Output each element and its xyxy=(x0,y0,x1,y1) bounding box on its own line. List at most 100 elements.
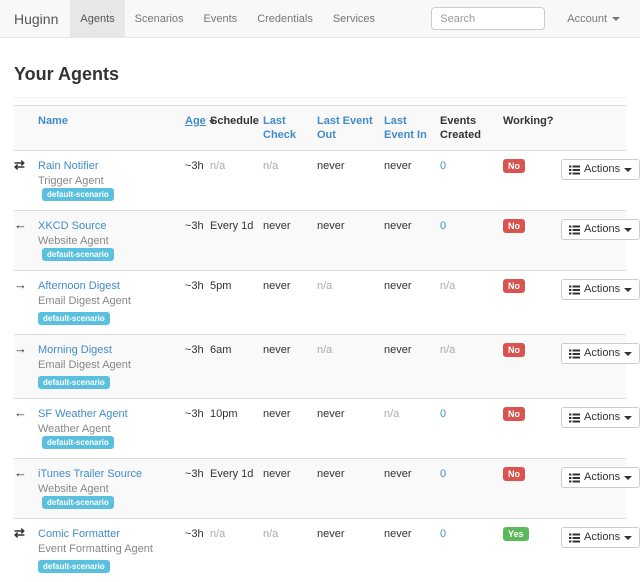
brand-link[interactable]: Huginn xyxy=(0,11,70,27)
actions-button-label: Actions xyxy=(584,164,620,175)
actions-cell: Actions xyxy=(561,211,626,271)
table-row: → Afternoon Digest Email Digest Agent de… xyxy=(14,271,626,335)
last-event-out-cell: never xyxy=(317,459,384,519)
direction-cell: ← xyxy=(14,399,38,459)
working-cell: No xyxy=(503,459,561,519)
last-event-out-cell: never xyxy=(317,151,384,211)
last-check-cell: never xyxy=(263,459,317,519)
exchange-icon: ⇄ xyxy=(14,159,25,171)
nav-item-events[interactable]: Events xyxy=(194,0,248,38)
events-created-cell: 0 xyxy=(440,459,503,519)
agent-name-link[interactable]: SF Weather Agent xyxy=(38,408,128,420)
actions-button-label: Actions xyxy=(584,284,620,295)
agents-table-body: ⇄ Rain Notifier Trigger Agentdefault-sce… xyxy=(14,151,626,582)
agent-type-label: Weather Agent xyxy=(38,423,111,435)
header-age: Age xyxy=(185,106,210,151)
scenario-badge[interactable]: default-scenario xyxy=(42,188,114,201)
age-cell: ~3h xyxy=(185,459,210,519)
actions-button[interactable]: Actions xyxy=(561,343,640,364)
last-check-cell: n/a xyxy=(263,151,317,211)
list-icon xyxy=(569,165,580,175)
working-badge: No xyxy=(503,279,525,293)
nav-item-scenarios[interactable]: Scenarios xyxy=(125,0,194,38)
working-cell: Yes xyxy=(503,519,561,582)
agent-name-link[interactable]: Comic Formatter xyxy=(38,528,120,540)
agent-name-link[interactable]: Rain Notifier xyxy=(38,160,99,172)
working-cell: No xyxy=(503,271,561,335)
actions-button[interactable]: Actions xyxy=(561,279,640,300)
last-event-out-cell: never xyxy=(317,519,384,582)
list-icon xyxy=(569,225,580,235)
arrow-right-icon: → xyxy=(14,279,27,291)
last-check-cell: never xyxy=(263,271,317,335)
last-check-cell: never xyxy=(263,211,317,271)
working-cell: No xyxy=(503,151,561,211)
chevron-down-icon xyxy=(624,352,632,356)
list-icon xyxy=(569,533,580,543)
agent-name-link[interactable]: Afternoon Digest xyxy=(38,280,120,292)
age-cell: ~3h xyxy=(185,211,210,271)
last-event-in-cell: never xyxy=(384,519,440,582)
events-created-cell: 0 xyxy=(440,519,503,582)
name-cell: Rain Notifier Trigger Agentdefault-scena… xyxy=(38,151,185,211)
actions-cell: Actions xyxy=(561,399,626,459)
actions-button[interactable]: Actions xyxy=(561,219,640,240)
age-cell: ~3h xyxy=(185,335,210,399)
schedule-cell: n/a xyxy=(210,519,263,582)
agent-name-link[interactable]: Morning Digest xyxy=(38,344,112,356)
working-badge: No xyxy=(503,407,525,421)
name-cell: Afternoon Digest Email Digest Agent defa… xyxy=(38,271,185,335)
last-event-out-cell: never xyxy=(317,399,384,459)
actions-button[interactable]: Actions xyxy=(561,527,640,548)
account-label: Account xyxy=(567,13,607,25)
search-input[interactable] xyxy=(431,7,545,30)
agent-type-label: Email Digest Agent xyxy=(38,359,131,371)
name-cell: iTunes Trailer Source Website Agentdefau… xyxy=(38,459,185,519)
account-dropdown[interactable]: Account xyxy=(561,12,626,26)
last-event-in-cell: n/a xyxy=(384,399,440,459)
direction-cell: ⇄ xyxy=(14,519,38,582)
working-badge: No xyxy=(503,343,525,357)
nav-item-services[interactable]: Services xyxy=(323,0,385,38)
scenario-badge[interactable]: default-scenario xyxy=(38,312,110,325)
nav-item-agents[interactable]: Agents xyxy=(70,0,124,38)
actions-button[interactable]: Actions xyxy=(561,407,640,428)
arrow-right-icon: → xyxy=(14,343,27,355)
age-cell: ~3h xyxy=(185,399,210,459)
actions-button[interactable]: Actions xyxy=(561,467,640,488)
scenario-badge[interactable]: default-scenario xyxy=(42,496,114,509)
agent-type-label: Event Formatting Agent xyxy=(38,543,153,555)
working-badge: No xyxy=(503,159,525,173)
chevron-down-icon xyxy=(624,416,632,420)
agent-name-link[interactable]: XKCD Source xyxy=(38,220,106,232)
schedule-cell: 6am xyxy=(210,335,263,399)
agent-type-label: Website Agent xyxy=(38,235,109,247)
agents-table: NameAgeScheduleLast CheckLast Event OutL… xyxy=(14,105,626,582)
actions-button[interactable]: Actions xyxy=(561,159,640,180)
events-created-cell: n/a xyxy=(440,335,503,399)
list-icon xyxy=(569,349,580,359)
schedule-cell: n/a xyxy=(210,151,263,211)
header-schedule: Schedule xyxy=(210,106,263,151)
header-name: Name xyxy=(38,106,185,151)
header-last-event-out: Last Event Out xyxy=(317,106,384,151)
last-event-in-cell: never xyxy=(384,151,440,211)
arrow-left-icon: ← xyxy=(14,219,27,231)
scenario-badge[interactable]: default-scenario xyxy=(38,560,110,573)
page-title: Your Agents xyxy=(14,64,626,85)
header-events-created: Events Created xyxy=(440,106,503,151)
actions-button-label: Actions xyxy=(584,224,620,235)
scenario-badge[interactable]: default-scenario xyxy=(38,376,110,389)
working-badge: Yes xyxy=(503,527,529,541)
list-icon xyxy=(569,473,580,483)
list-icon xyxy=(569,413,580,423)
agent-name-link[interactable]: iTunes Trailer Source xyxy=(38,468,142,480)
events-created-cell: 0 xyxy=(440,211,503,271)
scenario-badge[interactable]: default-scenario xyxy=(42,436,114,449)
events-created-cell: 0 xyxy=(440,399,503,459)
header-actions xyxy=(561,106,626,151)
nav-item-credentials[interactable]: Credentials xyxy=(247,0,323,38)
scenario-badge[interactable]: default-scenario xyxy=(42,248,114,261)
actions-button-label: Actions xyxy=(584,472,620,483)
actions-cell: Actions xyxy=(561,271,626,335)
